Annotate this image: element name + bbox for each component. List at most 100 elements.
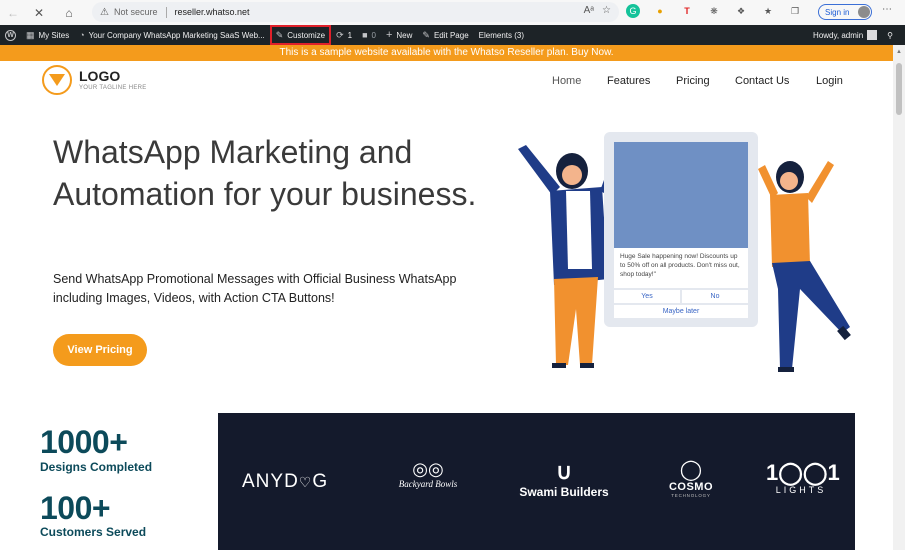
grammarly-icon[interactable]: G: [626, 4, 640, 18]
comments-menu[interactable]: ■ 0: [357, 25, 381, 45]
puzzle-icon[interactable]: ❖: [734, 4, 748, 18]
brush-icon: ✎: [275, 29, 284, 40]
hero-subtitle: Send WhatsApp Promotional Messages with …: [53, 272, 457, 305]
bug-icon[interactable]: ❋: [707, 4, 721, 18]
favorites-bar-icon[interactable]: ★: [761, 4, 775, 18]
logo-icon[interactable]: [42, 65, 72, 95]
scroll-thumb[interactable]: [896, 63, 902, 115]
heart-icon: ♡: [298, 474, 313, 490]
comment-icon: ■: [362, 30, 368, 40]
account-menu[interactable]: Howdy, admin: [808, 25, 882, 45]
updates-menu[interactable]: ⟳ 1: [331, 25, 357, 45]
page-scrollbar[interactable]: ▲: [893, 45, 905, 550]
profile-avatar-icon: [858, 6, 870, 18]
bulb-icon: ◯: [802, 460, 828, 485]
stat-designs-label: Designs Completed: [40, 460, 153, 474]
nav-contact-us[interactable]: Contact Us: [735, 75, 789, 87]
read-aloud-icon[interactable]: Aᵃ: [584, 5, 594, 16]
bulb-icon: ◯: [778, 460, 803, 485]
cosmo-text: COSMO: [668, 481, 714, 493]
nav-home[interactable]: Home: [552, 75, 581, 87]
new-label: New: [396, 30, 413, 40]
backyard-bowls-text: Backyard Bowls: [398, 479, 458, 489]
close-icon[interactable]: ✕: [30, 4, 48, 22]
sites-icon: ▦: [26, 29, 35, 40]
1001-numerals: 1◯◯1: [766, 460, 840, 485]
promo-message-text: Huge Sale happening now! Discounts up to…: [614, 248, 748, 288]
comments-count: 0: [371, 30, 376, 40]
promo-photo: [614, 142, 748, 248]
view-pricing-button[interactable]: View Pricing: [53, 334, 147, 366]
card-yes-button: Yes: [614, 290, 680, 303]
site-name-label: Your Company WhatsApp Marketing SaaS Web…: [88, 30, 265, 40]
client-logos-panel: ANYD♡G ◎◎ Backyard Bowls ∪ Swami Builder…: [218, 413, 855, 550]
url-text[interactable]: reseller.whatso.net: [175, 7, 250, 17]
anydog-text: ANYD: [242, 471, 299, 492]
edit-page-menu[interactable]: ✎ Edit Page: [417, 25, 473, 45]
right-woman-figure: [758, 161, 851, 372]
nav-login[interactable]: Login: [816, 75, 843, 87]
updates-count: 1: [347, 30, 353, 40]
howdy-label: Howdy, admin: [813, 30, 864, 40]
site-name-menu[interactable]: ◔ Your Company WhatsApp Marketing SaaS W…: [74, 25, 270, 45]
swami-builders-text: Swami Builders: [519, 485, 609, 499]
my-sites-label: My Sites: [38, 30, 70, 40]
nav-pricing[interactable]: Pricing: [676, 75, 710, 87]
sign-in-label: Sign in: [825, 7, 850, 17]
lights-text: LIGHTS: [775, 485, 827, 495]
security-label: Not secure: [113, 7, 158, 17]
logo-tagline: YOUR TAGLINE HERE: [79, 85, 147, 91]
logo-text[interactable]: LOGO: [79, 68, 120, 84]
back-icon[interactable]: ←: [4, 4, 22, 22]
admin-search-icon[interactable]: ⚲: [882, 25, 905, 45]
browser-toolbar: ← ✕ ⌂ ⚠ Not secure reseller.whatso.net A…: [0, 0, 905, 25]
admin-account-area: Howdy, admin ⚲: [808, 25, 905, 45]
home-icon[interactable]: ⌂: [60, 4, 78, 22]
admin-avatar: [867, 30, 878, 40]
dashboard-icon: ◔: [79, 30, 85, 40]
elements-menu[interactable]: Elements (3): [474, 25, 529, 45]
scroll-up-icon[interactable]: ▲: [896, 49, 902, 55]
bowls-icon: ◎◎: [412, 459, 444, 479]
stat-customers-number: 100+: [40, 490, 111, 526]
card-no-button: No: [682, 290, 748, 303]
stat-designs-number: 1000+: [40, 424, 128, 460]
logo-triangle-icon: [49, 74, 65, 86]
anydog-tail-text: G: [312, 471, 329, 492]
edit-page-label: Edit Page: [433, 30, 469, 40]
cosmo-c-icon: ◯: [679, 459, 703, 481]
extension-icons: G ● T ❋ ❖ ★ ❐: [626, 4, 802, 18]
extension-tp-icon[interactable]: T: [680, 4, 694, 18]
more-options-icon[interactable]: ⋯: [882, 4, 892, 15]
hero-title: WhatsApp Marketing and Automation for yo…: [53, 134, 477, 212]
site-page: LOGO YOUR TAGLINE HERE Home Features Pri…: [0, 61, 893, 550]
hero-illustration: Huge Sale happening now! Discounts up to…: [510, 129, 860, 379]
swami-u-icon: ∪: [555, 459, 573, 484]
numeral-one-a: 1: [766, 460, 779, 485]
wordpress-icon: W: [5, 29, 16, 41]
reseller-notice[interactable]: This is a sample website available with …: [0, 45, 893, 61]
customize-label: Customize: [287, 30, 326, 40]
new-content-menu[interactable]: + New: [381, 25, 417, 45]
swami-builders-logo: ∪ Swami Builders: [514, 459, 614, 499]
backyard-bowls-logo: ◎◎ Backyard Bowls: [388, 459, 468, 489]
elements-label: Elements (3): [478, 30, 525, 40]
whatsapp-message-card: Huge Sale happening now! Discounts up to…: [604, 132, 758, 327]
wp-logo-menu[interactable]: W: [0, 25, 21, 45]
address-icons: Aᵃ ☆: [584, 5, 611, 16]
anydog-logo: ANYD♡G: [242, 471, 328, 493]
sign-in-button[interactable]: Sign in: [818, 4, 872, 20]
nav-features[interactable]: Features: [607, 75, 650, 87]
collections-icon[interactable]: ❐: [788, 4, 802, 18]
customize-menu[interactable]: ✎ Customize: [269, 25, 332, 45]
warning-icon[interactable]: ⚠: [100, 7, 109, 18]
card-maybe-button: Maybe later: [614, 305, 748, 318]
numeral-one-b: 1: [827, 460, 840, 485]
cosmo-logo: ◯ COSMO TECHNOLOGY: [661, 459, 721, 498]
extension-color-icon[interactable]: ●: [653, 4, 667, 18]
my-sites-menu[interactable]: ▦ My Sites: [21, 25, 74, 45]
favorite-icon[interactable]: ☆: [602, 5, 611, 16]
pencil-icon: ✎: [422, 29, 430, 40]
updates-icon: ⟳: [336, 29, 344, 40]
address-bar[interactable]: ⚠ Not secure reseller.whatso.net Aᵃ ☆: [92, 2, 619, 22]
